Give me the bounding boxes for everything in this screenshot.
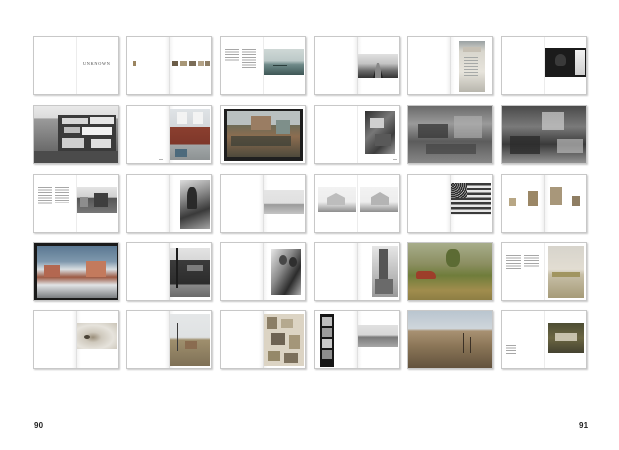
spread-collage — [220, 310, 306, 369]
spread-color-town-view — [220, 105, 306, 164]
spread-film-strip — [314, 310, 400, 369]
spread-window-silhouette — [501, 36, 587, 95]
spread-title: UNKNOWN — [33, 36, 119, 95]
spread-title-text: UNKNOWN — [83, 61, 111, 66]
spread-text-and-street — [33, 174, 119, 233]
spread-text-and-sea — [220, 36, 306, 95]
spread-weathered-poster — [407, 36, 493, 95]
spread-red-brick-house — [126, 105, 212, 164]
spread-railroad-tracks — [314, 36, 400, 95]
spread-snowy-city — [33, 242, 119, 301]
spread-storefront — [126, 242, 212, 301]
spread-empty-landscape — [220, 174, 306, 233]
spread-grain-elevator — [314, 242, 400, 301]
spread-small-photo-strip — [126, 36, 212, 95]
right-page-number: 91 — [579, 421, 589, 430]
spread-prairie-fence — [407, 310, 493, 369]
spread-portrait-pair — [220, 242, 306, 301]
spread-sink-drain — [33, 310, 119, 369]
spread-statue — [126, 174, 212, 233]
spread-sepia-portraits — [501, 174, 587, 233]
left-page-number: 90 — [34, 421, 44, 430]
spread-painted-sign-building — [33, 105, 119, 164]
spread-cluttered-interior — [314, 105, 400, 164]
spread-dirt-road — [126, 310, 212, 369]
spread-car-in-field — [407, 242, 493, 301]
spread-colophon — [501, 310, 587, 369]
spread-american-flag — [407, 174, 493, 233]
spread-debris-room — [501, 105, 587, 164]
spread-text-and-tennis-court — [501, 242, 587, 301]
spreads-grid: UNKNOWN — [0, 0, 619, 450]
spread-junkyard — [407, 105, 493, 164]
spread-two-houses — [314, 174, 400, 233]
